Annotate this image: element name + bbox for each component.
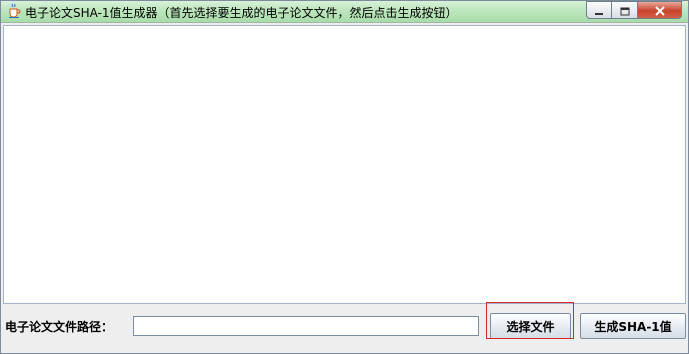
window-title: 电子论文SHA-1值生成器（首先选择要生成的电子论文文件，然后点击生成按钮） xyxy=(25,6,458,20)
file-path-label: 电子论文文件路径： xyxy=(5,320,114,334)
java-coffee-cup-icon xyxy=(6,3,22,19)
close-button[interactable] xyxy=(638,1,682,19)
title-bar[interactable]: 电子论文SHA-1值生成器（首先选择要生成的电子论文文件，然后点击生成按钮） xyxy=(1,1,688,23)
generate-sha1-button[interactable]: 生成SHA-1值 xyxy=(580,313,686,339)
minimize-icon xyxy=(594,1,604,20)
output-text-area[interactable] xyxy=(3,25,686,304)
file-path-input[interactable] xyxy=(133,316,479,336)
maximize-icon xyxy=(620,1,630,20)
close-icon xyxy=(654,1,666,20)
choose-file-button[interactable]: 选择文件 xyxy=(490,313,571,339)
minimize-button[interactable] xyxy=(586,1,612,19)
app-window: 电子论文SHA-1值生成器（首先选择要生成的电子论文文件，然后点击生成按钮） 电… xyxy=(0,0,689,354)
window-controls xyxy=(586,1,682,19)
maximize-button[interactable] xyxy=(612,1,638,19)
